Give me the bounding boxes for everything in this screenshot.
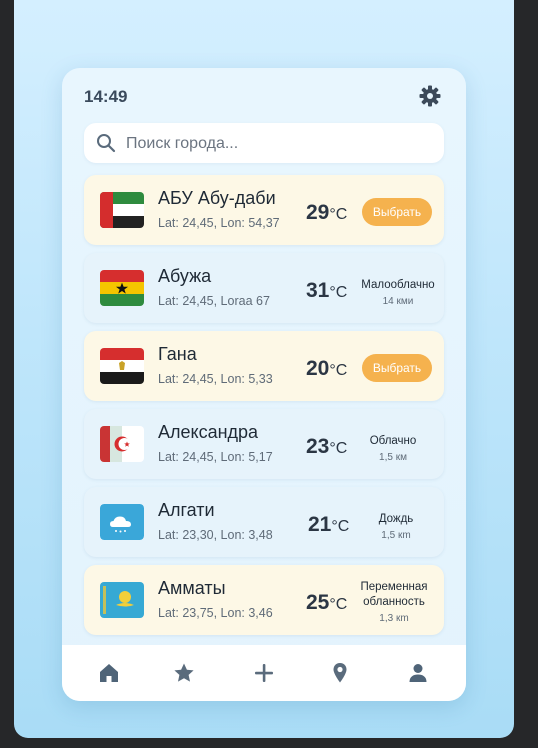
gear-icon[interactable]: [418, 84, 442, 108]
kazakhstan-flag: [100, 582, 144, 618]
weather-condition: Облачно 1,5 км: [351, 435, 435, 463]
weather-condition: Переменная обланность 1,3 кm: [352, 580, 436, 626]
plus-icon[interactable]: [252, 661, 276, 685]
user-icon[interactable]: [406, 661, 430, 685]
weather-card: 14:49 Поиск города... АБУ Абу-даби Lat: …: [62, 68, 466, 701]
weather-detail: 1,3 кm: [379, 613, 409, 624]
city-name: Алгати: [158, 500, 215, 520]
city-temperature: 25°C: [306, 591, 348, 614]
location-pin-icon[interactable]: [328, 661, 352, 685]
city-row-ammaty[interactable]: Амматы Lat: 23,75, Lon: 3,46 25°C Переме…: [84, 565, 444, 635]
city-row-abuja[interactable]: Абужа Lat: 24,45, Loraa 67 31°C Малообла…: [84, 253, 444, 323]
weather-condition: Малооблачно 14 кми: [356, 279, 440, 307]
city-name: Александра: [158, 422, 259, 442]
city-temperature: 29°C: [306, 201, 348, 224]
select-button[interactable]: Выбрать: [362, 354, 432, 382]
select-button[interactable]: Выбрать: [362, 198, 432, 226]
city-row-ghana[interactable]: Гана Lat: 24,45, Lon: 5,33 20°C Выбрать: [84, 331, 444, 401]
city-name: Абужа: [158, 266, 212, 286]
city-temperature: 20°C: [306, 357, 348, 380]
city-temperature: 21°C: [308, 513, 350, 536]
egypt-flag: [100, 348, 144, 384]
city-coords: Lat: 24,45, Lon: 54,37: [158, 216, 280, 230]
city-row-algati[interactable]: Алгати Lat: 23,30, Lon: 3,48 21°C Дождь 1…: [84, 487, 444, 557]
bottom-navigation: [62, 645, 466, 701]
clock-time: 14:49: [84, 87, 128, 106]
search-input[interactable]: [124, 131, 428, 157]
city-name: Гана: [158, 344, 197, 364]
search-icon: [96, 133, 116, 153]
city-row-abu-dhabi[interactable]: АБУ Абу-даби Lat: 24,45, Lon: 54,37 29°C…: [84, 175, 444, 245]
city-coords: Lat: 24,45, Loraa 67: [158, 294, 270, 308]
home-icon[interactable]: [97, 661, 121, 685]
ghana-flag: [100, 270, 144, 306]
weather-detail: 1,5 км: [379, 452, 407, 463]
city-coords: Lat: 23,75, Lon: 3,46: [158, 606, 273, 620]
cloud-weather-icon: [100, 504, 144, 540]
star-icon[interactable]: [172, 661, 196, 685]
search-bar[interactable]: [84, 123, 444, 163]
city-name: Амматы: [158, 578, 226, 598]
city-coords: Lat: 24,45, Lon: 5,33: [158, 372, 273, 386]
top-bar: 14:49: [62, 68, 466, 124]
city-temperature: 31°C: [306, 279, 348, 302]
city-name: АБУ Абу-даби: [158, 188, 276, 208]
uae-flag: [100, 192, 144, 228]
city-coords: Lat: 24,45, Lon: 5,17: [158, 450, 273, 464]
weather-condition: Дождь 1,5 кm: [354, 513, 438, 541]
city-list: АБУ Абу-даби Lat: 24,45, Lon: 54,37 29°C…: [84, 175, 444, 643]
city-temperature: 23°C: [306, 435, 348, 458]
algeria-flag: [100, 426, 144, 462]
weather-detail: 1,5 кm: [381, 530, 411, 541]
weather-detail: 14 кми: [382, 296, 414, 307]
city-coords: Lat: 23,30, Lon: 3,48: [158, 528, 273, 542]
city-row-alexandra[interactable]: Александра Lat: 24,45, Lon: 5,17 23°C Об…: [84, 409, 444, 479]
